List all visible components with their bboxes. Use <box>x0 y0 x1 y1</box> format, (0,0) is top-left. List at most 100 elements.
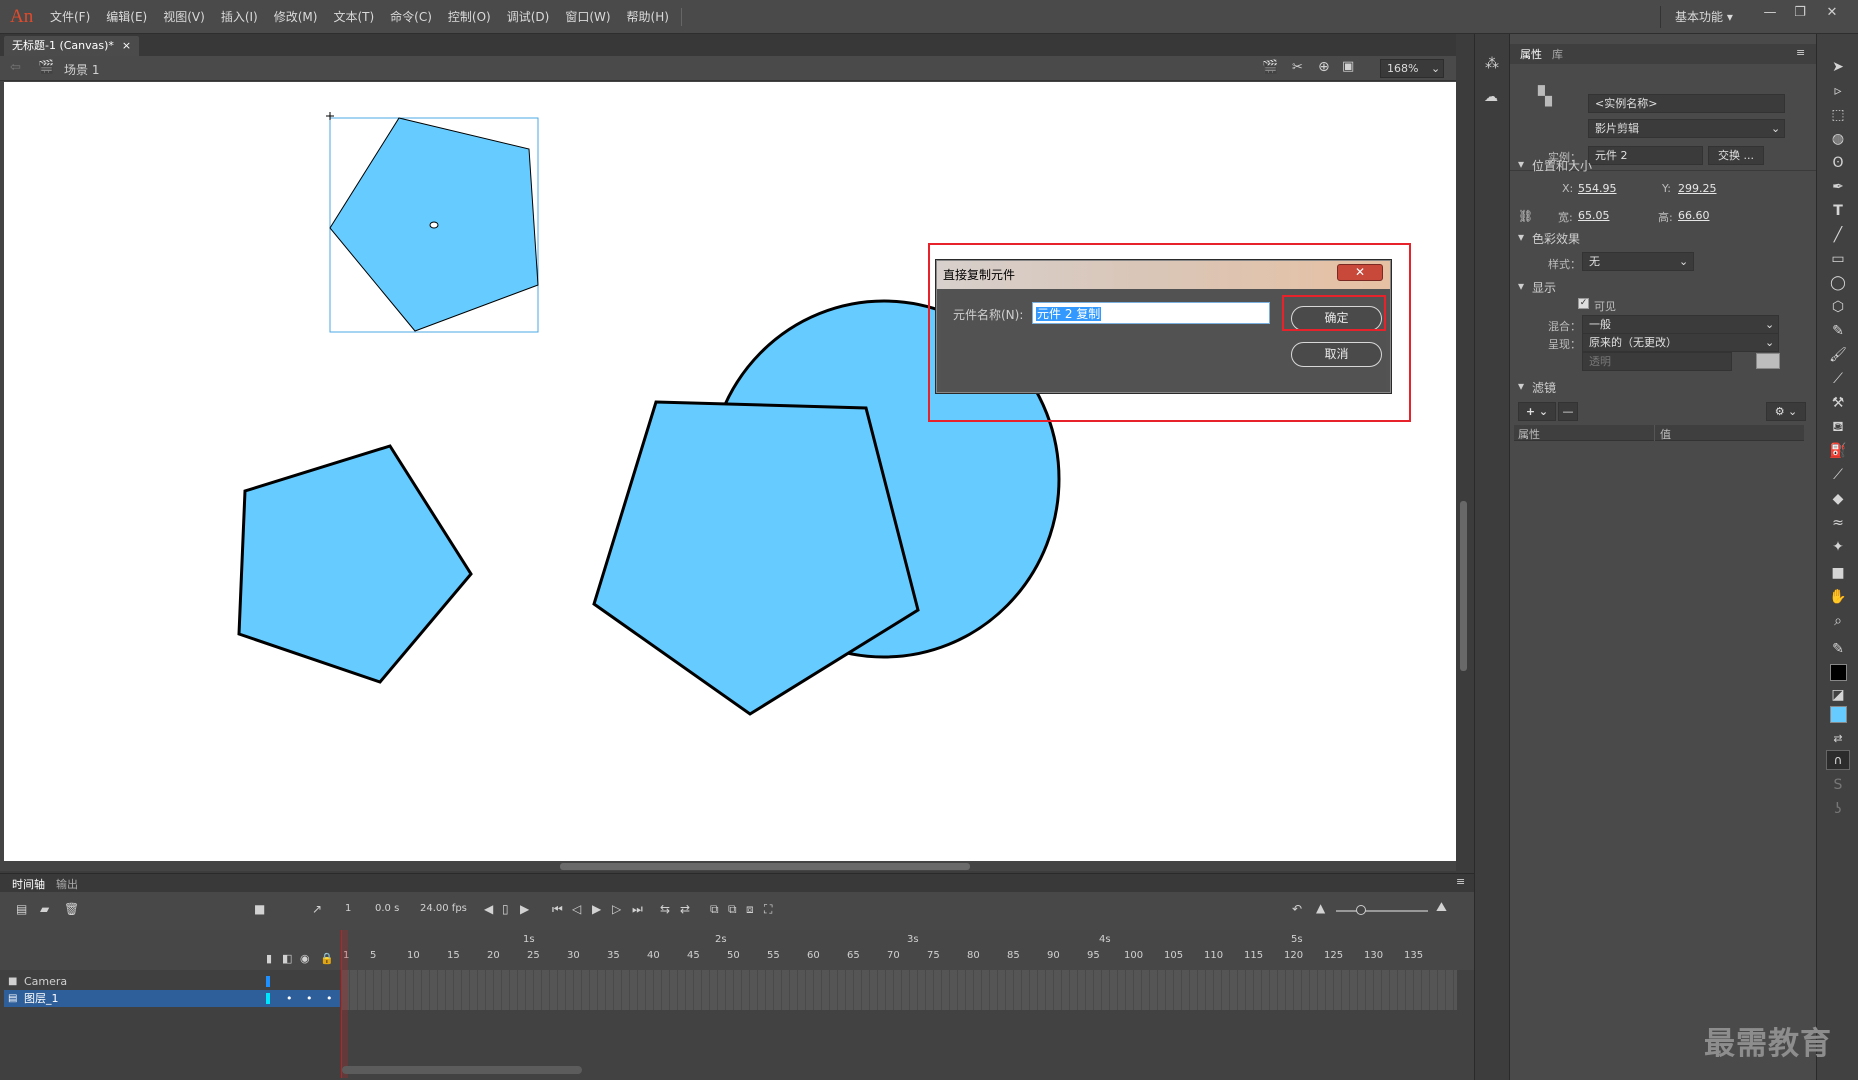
collapse-arrow-icon[interactable]: ▾ <box>1518 230 1524 244</box>
lasso-icon[interactable]: ʘ <box>1827 152 1849 174</box>
width-icon[interactable]: ≈ <box>1827 512 1849 534</box>
goto-first-icon[interactable]: ⏮ <box>552 902 563 917</box>
visible-checkbox[interactable]: ✓ <box>1578 298 1589 309</box>
highlight-layers-icon[interactable]: ◧ <box>282 952 292 965</box>
menu-file[interactable]: 文件(F) <box>42 0 98 34</box>
close-button[interactable]: ✕ <box>1818 2 1846 24</box>
menu-control[interactable]: 控制(O) <box>440 0 499 34</box>
pencil-icon[interactable]: ✎ <box>1827 320 1849 342</box>
workspace-switcher[interactable]: 基本功能 ▾ <box>1660 6 1747 28</box>
style-select[interactable]: 无 ⌄ <box>1582 252 1694 271</box>
snap-icon[interactable]: ∩ <box>1826 750 1850 770</box>
swap-colors-icon[interactable]: ⇄ <box>1827 728 1849 750</box>
remove-filter-button[interactable]: — <box>1558 402 1578 421</box>
creative-cloud-icon[interactable]: ☁ <box>1484 89 1498 105</box>
menu-edit[interactable]: 编辑(E) <box>98 0 155 34</box>
loop-icon[interactable]: ⇆ <box>660 902 670 916</box>
color-effect-section[interactable]: 色彩效果 <box>1532 230 1580 247</box>
dialog-close-button[interactable]: ✕ <box>1337 264 1383 281</box>
edit-scene-icon[interactable]: 🎬 <box>1262 60 1278 75</box>
frame-ruler[interactable]: 1s 2s 3s 4s 5s 1 5 10 15 20 25 30 35 40 … <box>342 930 1457 970</box>
hand-icon[interactable]: ✋ <box>1827 586 1849 608</box>
collapse-arrow-icon[interactable]: ▾ <box>1518 157 1524 171</box>
straighten-icon[interactable]: ʖ <box>1827 798 1849 820</box>
asset-warp-icon[interactable]: ✦ <box>1827 536 1849 558</box>
timeline-hscroll[interactable] <box>342 1066 582 1074</box>
layer-row-layer1[interactable]: ▤ 图层_1 • • • <box>4 990 340 1007</box>
bone-icon[interactable]: ⚒ <box>1827 392 1849 414</box>
modify-markers-icon[interactable]: ⛶ <box>764 902 772 917</box>
undo-icon[interactable]: ↶ <box>1292 902 1302 916</box>
edit-multiple-icon[interactable]: ⧈ <box>746 902 754 917</box>
y-value[interactable]: 299.25 <box>1678 182 1717 195</box>
camera-toggle-icon[interactable]: ■ <box>254 902 265 916</box>
menu-text[interactable]: 文本(T) <box>325 0 382 34</box>
frame-rate[interactable]: 24.00 fps <box>420 903 467 914</box>
pentagon-left[interactable] <box>237 444 473 684</box>
timeline-zoom-slider[interactable] <box>1336 910 1428 912</box>
paint-brushes-icon[interactable]: ⁂ <box>1485 56 1499 72</box>
layer-visible-dot[interactable]: • <box>306 990 313 1007</box>
center-stage-icon[interactable]: ⊕ <box>1318 59 1330 75</box>
tab-output[interactable]: 输出 <box>56 876 78 892</box>
restore-button[interactable]: ❐ <box>1786 2 1814 24</box>
clip-content-icon[interactable]: ▣ <box>1342 59 1354 74</box>
pentagon-large[interactable] <box>592 400 920 716</box>
back-arrow-icon[interactable]: ⇦ <box>10 60 21 75</box>
smooth-icon[interactable]: S <box>1827 774 1849 796</box>
document-tab[interactable]: 无标题-1 (Canvas)* × <box>4 36 140 56</box>
insert-keyframe-icon[interactable]: ▯ <box>502 902 509 916</box>
subselection-tool-icon[interactable]: ▹ <box>1827 80 1849 102</box>
lock-all-layers-icon[interactable]: 🔒 <box>320 952 334 965</box>
paint-brush-icon[interactable]: ⟋ <box>1827 368 1849 390</box>
blend-select[interactable]: 一般 ⌄ <box>1582 315 1779 334</box>
3d-rotation-icon[interactable]: ◍ <box>1827 128 1849 150</box>
collapse-arrow-icon[interactable]: ▾ <box>1518 379 1524 393</box>
filters-section[interactable]: 滤镜 <box>1532 379 1556 396</box>
link-icon[interactable]: ⛓ <box>1518 209 1533 223</box>
stage-canvas[interactable] <box>4 82 1456 861</box>
fill-color-swatch[interactable] <box>1830 706 1847 723</box>
tab-library[interactable]: 库 <box>1552 46 1563 62</box>
edit-symbol-icon[interactable]: ✂ <box>1292 60 1303 75</box>
brush-icon[interactable]: 🖌 <box>1827 344 1849 366</box>
selection-tool-icon[interactable]: ➤ <box>1827 56 1849 78</box>
instance-name-input[interactable]: <实例名称> <box>1588 94 1785 113</box>
symbol-name-input[interactable]: 元件 2 复制 <box>1032 302 1270 324</box>
stroke-color-swatch[interactable] <box>1830 664 1847 681</box>
frames-grid[interactable] <box>342 970 1457 1010</box>
ink-bottle-icon[interactable]: ⛽ <box>1827 440 1849 462</box>
tab-properties[interactable]: 属性 <box>1520 46 1542 62</box>
minimize-button[interactable]: — <box>1756 2 1784 24</box>
layer-row-camera[interactable]: ■ Camera <box>4 973 340 990</box>
zoom-select[interactable]: 168% ⌄ <box>1380 59 1444 78</box>
layer-lock-dot[interactable]: • <box>326 990 333 1007</box>
step-back-icon[interactable]: ◁ <box>572 902 581 916</box>
menu-view[interactable]: 视图(V) <box>155 0 213 34</box>
position-size-section[interactable]: 位置和大小 <box>1532 157 1592 174</box>
scene-label[interactable]: 场景 1 <box>64 61 99 78</box>
text-icon[interactable]: T <box>1827 200 1849 222</box>
polystar-icon[interactable]: ⬡ <box>1827 296 1849 318</box>
goto-last-icon[interactable]: ⏭ <box>632 902 643 917</box>
panel-menu-icon[interactable]: ≡ <box>1796 46 1805 59</box>
pen-icon[interactable]: ✒ <box>1827 176 1849 198</box>
menu-help[interactable]: 帮助(H) <box>619 0 677 34</box>
x-value[interactable]: 554.95 <box>1578 182 1617 195</box>
fill-color-icon[interactable]: ◪ <box>1827 684 1849 706</box>
render-select[interactable]: 原来的（无更改） ⌄ <box>1582 333 1779 352</box>
symbol-type-select[interactable]: 影片剪辑 ⌄ <box>1588 119 1785 138</box>
camera-icon[interactable]: ■ <box>1827 562 1849 584</box>
document-tab-close-icon[interactable]: × <box>122 36 131 56</box>
line-icon[interactable]: ╱ <box>1827 224 1849 246</box>
next-keyframe-icon[interactable]: ▶ <box>520 902 529 916</box>
menu-window[interactable]: 窗口(W) <box>557 0 618 34</box>
paint-bucket-icon[interactable]: ⛾ <box>1827 416 1849 438</box>
layer-highlight-dot[interactable]: • <box>286 990 293 1007</box>
add-filter-button[interactable]: + ⌄ <box>1518 402 1556 421</box>
graph-icon[interactable]: ↗ <box>312 902 322 916</box>
zoom-out-mountain-icon[interactable]: ▲ <box>1316 901 1325 915</box>
rectangle-icon[interactable]: ▭ <box>1827 248 1849 270</box>
eyedropper-icon[interactable]: ⟋ <box>1827 464 1849 486</box>
step-forward-icon[interactable]: ▷ <box>612 902 621 916</box>
